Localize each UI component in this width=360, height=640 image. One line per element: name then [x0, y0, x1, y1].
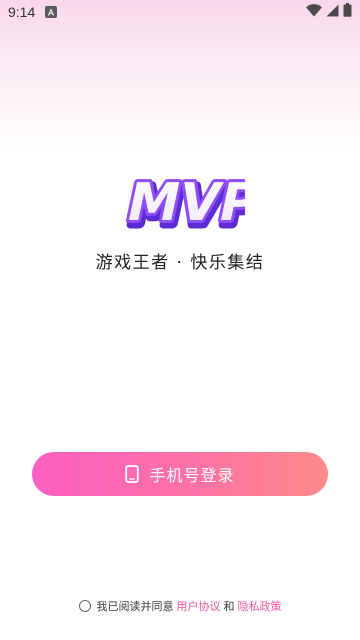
status-right	[306, 3, 352, 21]
agreement-prefix: 我已阅读并同意	[96, 600, 174, 613]
status-bar: 9:14	[0, 0, 360, 24]
wifi-icon	[306, 3, 322, 21]
battery-icon	[343, 3, 352, 21]
cellular-signal-icon	[326, 4, 339, 21]
status-time: 9:14	[8, 4, 36, 20]
agreement-checkbox[interactable]	[78, 600, 91, 612]
slogan: 游戏王者 · 快乐集结	[95, 253, 265, 273]
logo-text: MVP	[122, 173, 245, 233]
phone-login-button[interactable]: 手机号登录	[32, 452, 328, 496]
smartphone-icon	[125, 465, 140, 483]
phone-login-label: 手机号登录	[149, 466, 235, 485]
font-a-icon	[45, 6, 58, 18]
privacy-policy-link[interactable]: 隐私政策	[238, 598, 282, 614]
agreement-row: 我已阅读并同意 用户协议 和 隐私政策	[0, 598, 360, 614]
agreement-and: 和	[223, 600, 235, 613]
user-agreement-link[interactable]: 用户协议	[177, 598, 221, 614]
status-left: 9:14	[8, 4, 58, 20]
mvp-logo: MVP MVP MVP	[119, 160, 272, 242]
